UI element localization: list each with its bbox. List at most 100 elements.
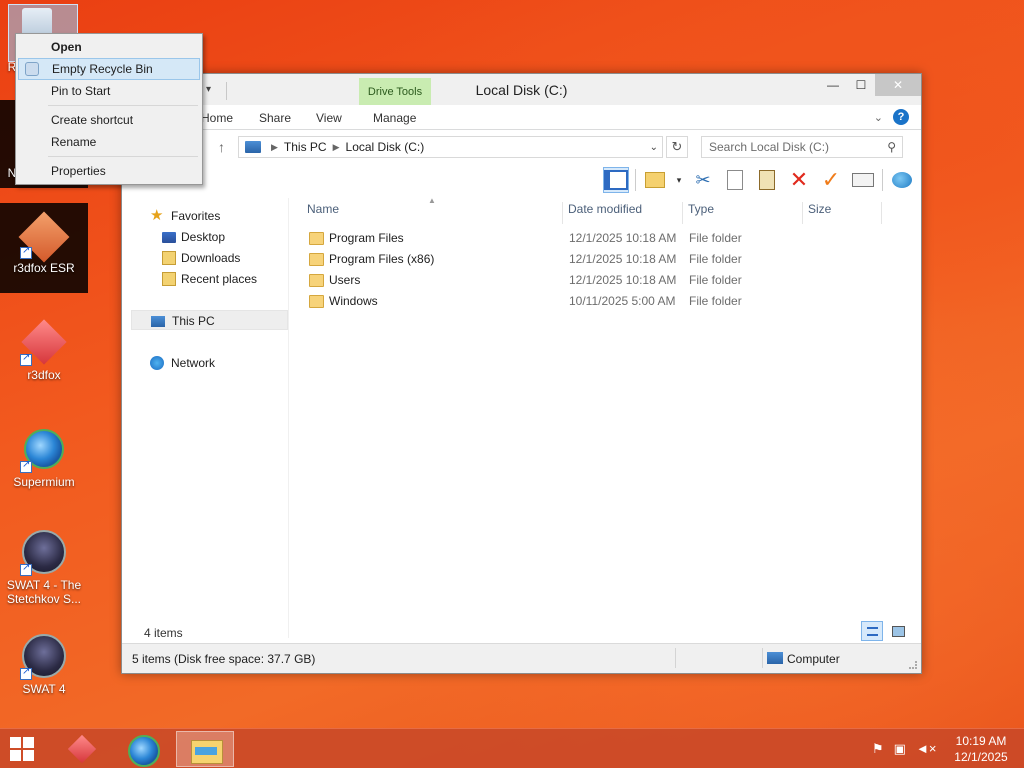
menu-item-open[interactable]: Open [18, 36, 200, 58]
desktop-icon-swat4-stetchkov[interactable]: SWAT 4 - The Stetchkov S... [0, 528, 88, 606]
column-divider[interactable] [562, 202, 563, 224]
rename-icon[interactable] [850, 167, 876, 193]
network-tray-icon[interactable]: ▣ [894, 741, 906, 757]
desktop-icon-label: Supermium [13, 475, 75, 489]
nav-item-favorites[interactable]: ★ Favorites [131, 206, 288, 226]
up-arrow-icon[interactable]: ↑ [218, 139, 225, 155]
copy-icon[interactable] [722, 167, 748, 193]
cut-icon[interactable]: ✂ [690, 167, 716, 193]
tab-view[interactable]: View [316, 111, 342, 125]
refresh-button[interactable]: ↻ [666, 136, 688, 158]
nav-item-label: Recent places [181, 272, 258, 286]
nav-item-recent-places[interactable]: Recent places [131, 269, 288, 289]
address-bar[interactable]: ▶ This PC ▶ Local Disk (C:) ⌄ [238, 136, 663, 158]
preview-pane-icon[interactable] [603, 167, 629, 193]
delete-icon[interactable]: ✕ [786, 167, 812, 193]
minimize-button[interactable]: — [819, 74, 847, 96]
breadcrumb-separator-icon[interactable]: ▶ [333, 142, 340, 153]
details-view-icon[interactable] [861, 621, 883, 641]
title-bar[interactable]: ▾ Drive Tools Local Disk (C:) — ☐ ✕ [122, 74, 921, 105]
nav-item-downloads[interactable]: Downloads [131, 248, 288, 268]
star-icon: ★ [150, 207, 164, 224]
divider [882, 169, 883, 191]
breadcrumb-local-disk[interactable]: Local Disk (C:) [346, 140, 425, 154]
column-header-name[interactable]: Name [307, 202, 339, 224]
desktop-icon-r3dfox[interactable]: r3dfox [0, 318, 88, 382]
volume-muted-icon[interactable]: ◄× [916, 741, 936, 757]
address-dropdown-icon[interactable]: ⌄ [650, 142, 658, 153]
windows-start-icon[interactable] [10, 737, 36, 763]
toolbar: ▾ ✂ ✕ ✓ [122, 164, 921, 198]
action-center-flag-icon[interactable]: ⚑ [872, 741, 884, 757]
nav-item-this-pc[interactable]: This PC [131, 310, 288, 330]
taskbar-file-explorer-icon[interactable] [176, 731, 234, 767]
properties-icon[interactable] [889, 167, 915, 193]
maximize-button[interactable]: ☐ [847, 74, 875, 96]
desktop-icon-swat4[interactable]: SWAT 4 [0, 632, 88, 696]
menu-item-properties[interactable]: Properties [18, 160, 200, 182]
nav-item-network[interactable]: Network [131, 353, 288, 373]
tab-home[interactable]: Home [201, 111, 233, 125]
folder-icon [309, 274, 324, 287]
clock[interactable]: 10:19 AM 12/1/2025 [950, 733, 1012, 765]
checkmark-icon[interactable]: ✓ [818, 167, 844, 193]
file-date: 12/1/2025 10:18 AM [569, 252, 677, 266]
file-row[interactable]: Program Files (x86) 12/1/2025 10:18 AM F… [289, 249, 909, 270]
desktop-icon [162, 232, 176, 243]
menu-item-pin-to-start[interactable]: Pin to Start [18, 80, 200, 102]
dropdown-arrow-icon[interactable]: ▾ [674, 167, 684, 193]
breadcrumb-this-pc[interactable]: This PC [284, 140, 327, 154]
column-header-type[interactable]: Type [688, 202, 714, 224]
help-icon[interactable]: ? [893, 109, 909, 125]
large-icons-view-icon[interactable] [887, 621, 909, 641]
tab-share[interactable]: Share [259, 111, 291, 125]
network-icon [150, 356, 164, 370]
shortcut-arrow-icon [20, 562, 32, 576]
nav-item-label: Desktop [181, 230, 226, 244]
menu-item-empty-recycle-bin[interactable]: Empty Recycle Bin [18, 58, 200, 80]
search-icon[interactable]: ⚲ [887, 137, 896, 157]
desktop-icon-r3dfox-esr[interactable]: r3dfox ESR [0, 203, 88, 293]
taskbar-r3dfox-icon[interactable] [52, 731, 110, 767]
search-input[interactable]: Search Local Disk (C:) ⚲ [701, 136, 903, 158]
explorer-window: ▾ Drive Tools Local Disk (C:) — ☐ ✕ Home… [121, 73, 922, 674]
r3dfox-icon [20, 318, 68, 366]
column-header-date-modified[interactable]: Date modified [568, 202, 642, 224]
status-bar: 5 items (Disk free space: 37.7 GB) Compu… [122, 643, 921, 673]
menu-item-rename[interactable]: Rename [18, 131, 200, 153]
folder-options-icon[interactable] [642, 167, 668, 193]
file-type: File folder [689, 294, 742, 308]
status-location: Computer [767, 652, 840, 666]
tab-manage[interactable]: Manage [373, 111, 416, 125]
item-count: 4 items [144, 626, 183, 640]
desktop-icon-supermium[interactable]: Supermium [0, 425, 88, 489]
ribbon-expand-icon[interactable]: ⌄ [874, 111, 883, 124]
r3dfox-esr-icon [20, 211, 68, 259]
shortcut-arrow-icon [20, 352, 32, 366]
recycle-bin-icon [25, 62, 39, 76]
file-row[interactable]: Users 12/1/2025 10:18 AM File folder [289, 270, 909, 291]
desktop-icon-label: r3dfox [27, 368, 61, 382]
breadcrumb-separator-icon[interactable]: ▶ [271, 142, 278, 153]
divider [675, 648, 676, 668]
status-disk-info: 5 items (Disk free space: 37.7 GB) [132, 652, 316, 666]
taskbar-supermium-icon[interactable] [114, 731, 172, 767]
column-divider[interactable] [682, 202, 683, 224]
divider [635, 169, 636, 191]
paste-icon[interactable] [754, 167, 780, 193]
menu-item-label: Empty Recycle Bin [52, 62, 153, 76]
close-button[interactable]: ✕ [875, 74, 921, 96]
menu-item-create-shortcut[interactable]: Create shortcut [18, 109, 200, 131]
file-row[interactable]: Program Files 12/1/2025 10:18 AM File fo… [289, 228, 909, 249]
file-row[interactable]: Windows 10/11/2025 5:00 AM File folder [289, 291, 909, 312]
file-date: 10/11/2025 5:00 AM [569, 294, 676, 308]
status-location-label: Computer [787, 652, 840, 666]
resize-grip[interactable] [909, 661, 917, 669]
column-header-size[interactable]: Size [808, 202, 831, 224]
taskbar: ⚑ ▣ ◄× 10:19 AM 12/1/2025 [0, 728, 1024, 768]
view-buttons [861, 621, 909, 641]
column-divider[interactable] [881, 202, 882, 224]
nav-item-desktop[interactable]: Desktop [131, 227, 288, 247]
ribbon-tabs: Home Share View Manage ⌄ ? [122, 105, 921, 130]
column-divider[interactable] [802, 202, 803, 224]
